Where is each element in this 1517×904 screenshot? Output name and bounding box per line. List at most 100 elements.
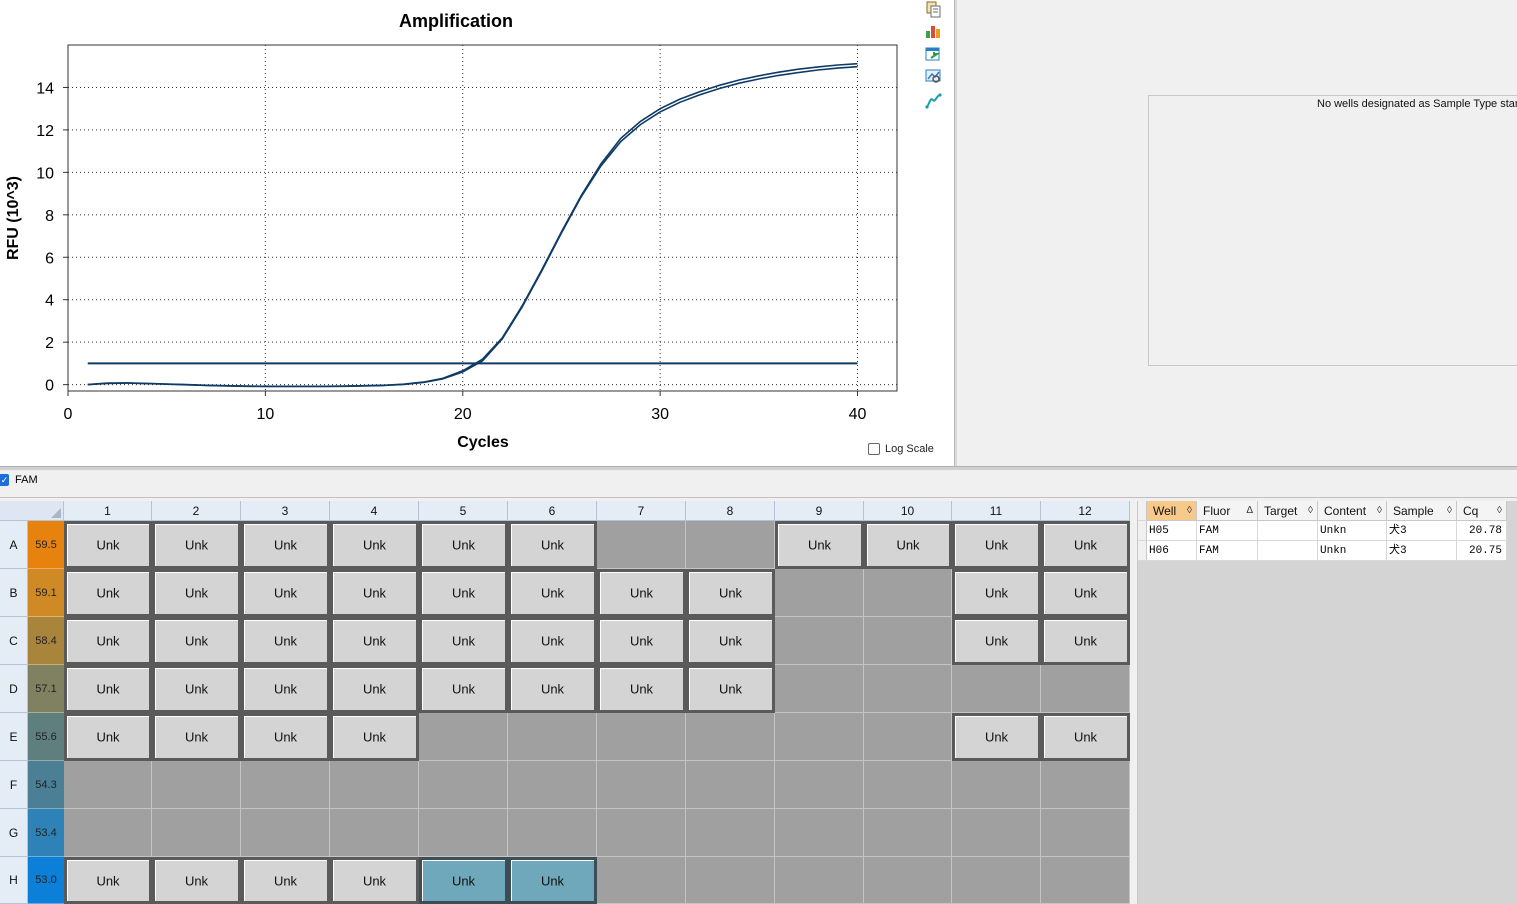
plate-well-C10[interactable] <box>864 617 952 665</box>
plate-well-A10[interactable]: Unk <box>864 521 952 569</box>
plate-column-header[interactable]: 10 <box>864 501 952 521</box>
plate-column-header[interactable]: 1 <box>64 501 152 521</box>
plate-well-A6[interactable]: Unk <box>508 521 597 569</box>
plate-well-A4[interactable]: Unk <box>330 521 419 569</box>
plate-well-B9[interactable] <box>775 569 864 617</box>
plate-well-C4[interactable]: Unk <box>330 617 419 665</box>
plate-well-H1[interactable]: Unk <box>64 857 152 904</box>
plate-well-D5[interactable]: Unk <box>419 665 508 713</box>
table-cell-sample[interactable]: 犬3 <box>1387 541 1457 561</box>
plate-well-D7[interactable]: Unk <box>597 665 686 713</box>
plate-well-G8[interactable] <box>686 809 775 857</box>
plate-column-header[interactable]: 6 <box>508 501 597 521</box>
trace-style-icon[interactable] <box>924 92 942 110</box>
plate-well-G9[interactable] <box>775 809 864 857</box>
plate-row-header[interactable]: G <box>0 809 28 857</box>
plate-well-B7[interactable]: Unk <box>597 569 686 617</box>
plate-well-C1[interactable]: Unk <box>64 617 152 665</box>
plate-well-D11[interactable] <box>952 665 1041 713</box>
plate-well-H2[interactable]: Unk <box>152 857 241 904</box>
plate-well-A5[interactable]: Unk <box>419 521 508 569</box>
plate-corner-select-all[interactable] <box>0 501 64 521</box>
table-cell-sample[interactable]: 犬3 <box>1387 521 1457 541</box>
table-cell-content[interactable]: Unkn <box>1318 521 1387 541</box>
plate-well-F4[interactable] <box>330 761 419 809</box>
plate-table-splitter[interactable] <box>1130 501 1138 904</box>
plate-well-C9[interactable] <box>775 617 864 665</box>
log-scale-toggle[interactable]: Log Scale <box>868 443 934 455</box>
plate-well-G1[interactable] <box>64 809 152 857</box>
plate-well-H10[interactable] <box>864 857 952 904</box>
table-cell-well[interactable]: H05 <box>1147 521 1197 541</box>
plate-well-H11[interactable] <box>952 857 1041 904</box>
plate-well-C5[interactable]: Unk <box>419 617 508 665</box>
plate-well-H3[interactable]: Unk <box>241 857 330 904</box>
plate-well-H12[interactable] <box>1041 857 1130 904</box>
sort-icon[interactable]: Δ <box>1246 501 1253 521</box>
column-header-content[interactable]: Content ◊ <box>1318 501 1387 521</box>
plate-well-F5[interactable] <box>419 761 508 809</box>
plate-column-header[interactable]: 8 <box>686 501 775 521</box>
plate-well-G5[interactable] <box>419 809 508 857</box>
plate-column-header[interactable]: 11 <box>952 501 1041 521</box>
plate-well-E4[interactable]: Unk <box>330 713 419 761</box>
column-header-target[interactable]: Target ◊ <box>1258 501 1318 521</box>
plate-well-F11[interactable] <box>952 761 1041 809</box>
plate-well-B8[interactable]: Unk <box>686 569 775 617</box>
plate-well-B6[interactable]: Unk <box>508 569 597 617</box>
plate-well-E8[interactable] <box>686 713 775 761</box>
table-cell-fluor[interactable]: FAM <box>1197 521 1258 541</box>
plate-well-H8[interactable] <box>686 857 775 904</box>
table-cell-content[interactable]: Unkn <box>1318 541 1387 561</box>
plate-well-F2[interactable] <box>152 761 241 809</box>
sort-icon[interactable]: ◊ <box>1377 501 1382 521</box>
plate-well-E5[interactable] <box>419 713 508 761</box>
plate-well-C8[interactable]: Unk <box>686 617 775 665</box>
plate-well-E1[interactable]: Unk <box>64 713 152 761</box>
plate-well-D2[interactable]: Unk <box>152 665 241 713</box>
plate-column-header[interactable]: 2 <box>152 501 241 521</box>
plate-well-E9[interactable] <box>775 713 864 761</box>
plate-column-header[interactable]: 12 <box>1041 501 1130 521</box>
plate-well-F3[interactable] <box>241 761 330 809</box>
plate-well-A9[interactable]: Unk <box>775 521 864 569</box>
plate-well-C7[interactable]: Unk <box>597 617 686 665</box>
plate-row-header[interactable]: B <box>0 569 28 617</box>
plate-well-G12[interactable] <box>1041 809 1130 857</box>
plate-well-A7[interactable] <box>597 521 686 569</box>
plate-well-G2[interactable] <box>152 809 241 857</box>
plate-well-D4[interactable]: Unk <box>330 665 419 713</box>
plate-well-H9[interactable] <box>775 857 864 904</box>
plate-well-E11[interactable]: Unk <box>952 713 1041 761</box>
plate-well-F10[interactable] <box>864 761 952 809</box>
plate-well-B3[interactable]: Unk <box>241 569 330 617</box>
sort-icon[interactable]: ◊ <box>1187 501 1192 521</box>
fam-checkbox[interactable]: ✓ <box>0 474 9 486</box>
plate-well-E3[interactable]: Unk <box>241 713 330 761</box>
plate-well-F6[interactable] <box>508 761 597 809</box>
plate-well-C6[interactable]: Unk <box>508 617 597 665</box>
plate-column-header[interactable]: 4 <box>330 501 419 521</box>
plate-well-F7[interactable] <box>597 761 686 809</box>
plate-well-D10[interactable] <box>864 665 952 713</box>
sort-icon[interactable]: ◊ <box>1447 501 1452 521</box>
sort-icon[interactable]: ◊ <box>1308 501 1313 521</box>
plate-column-header[interactable]: 3 <box>241 501 330 521</box>
plate-well-C2[interactable]: Unk <box>152 617 241 665</box>
row-selector[interactable] <box>1138 541 1147 561</box>
plate-well-G11[interactable] <box>952 809 1041 857</box>
plate-well-D8[interactable]: Unk <box>686 665 775 713</box>
plate-well-C12[interactable]: Unk <box>1041 617 1130 665</box>
plate-well-F1[interactable] <box>64 761 152 809</box>
plate-well-G10[interactable] <box>864 809 952 857</box>
table-cell-cq[interactable]: 20.78 <box>1457 521 1507 541</box>
plate-well-G7[interactable] <box>597 809 686 857</box>
table-cell-target[interactable] <box>1258 541 1318 561</box>
plate-well-A11[interactable]: Unk <box>952 521 1041 569</box>
plate-well-E7[interactable] <box>597 713 686 761</box>
plate-well-B2[interactable]: Unk <box>152 569 241 617</box>
plate-well-E2[interactable]: Unk <box>152 713 241 761</box>
plate-well-A1[interactable]: Unk <box>64 521 152 569</box>
chart-options-icon[interactable] <box>924 22 942 40</box>
plate-well-H5[interactable]: Unk <box>419 857 508 904</box>
